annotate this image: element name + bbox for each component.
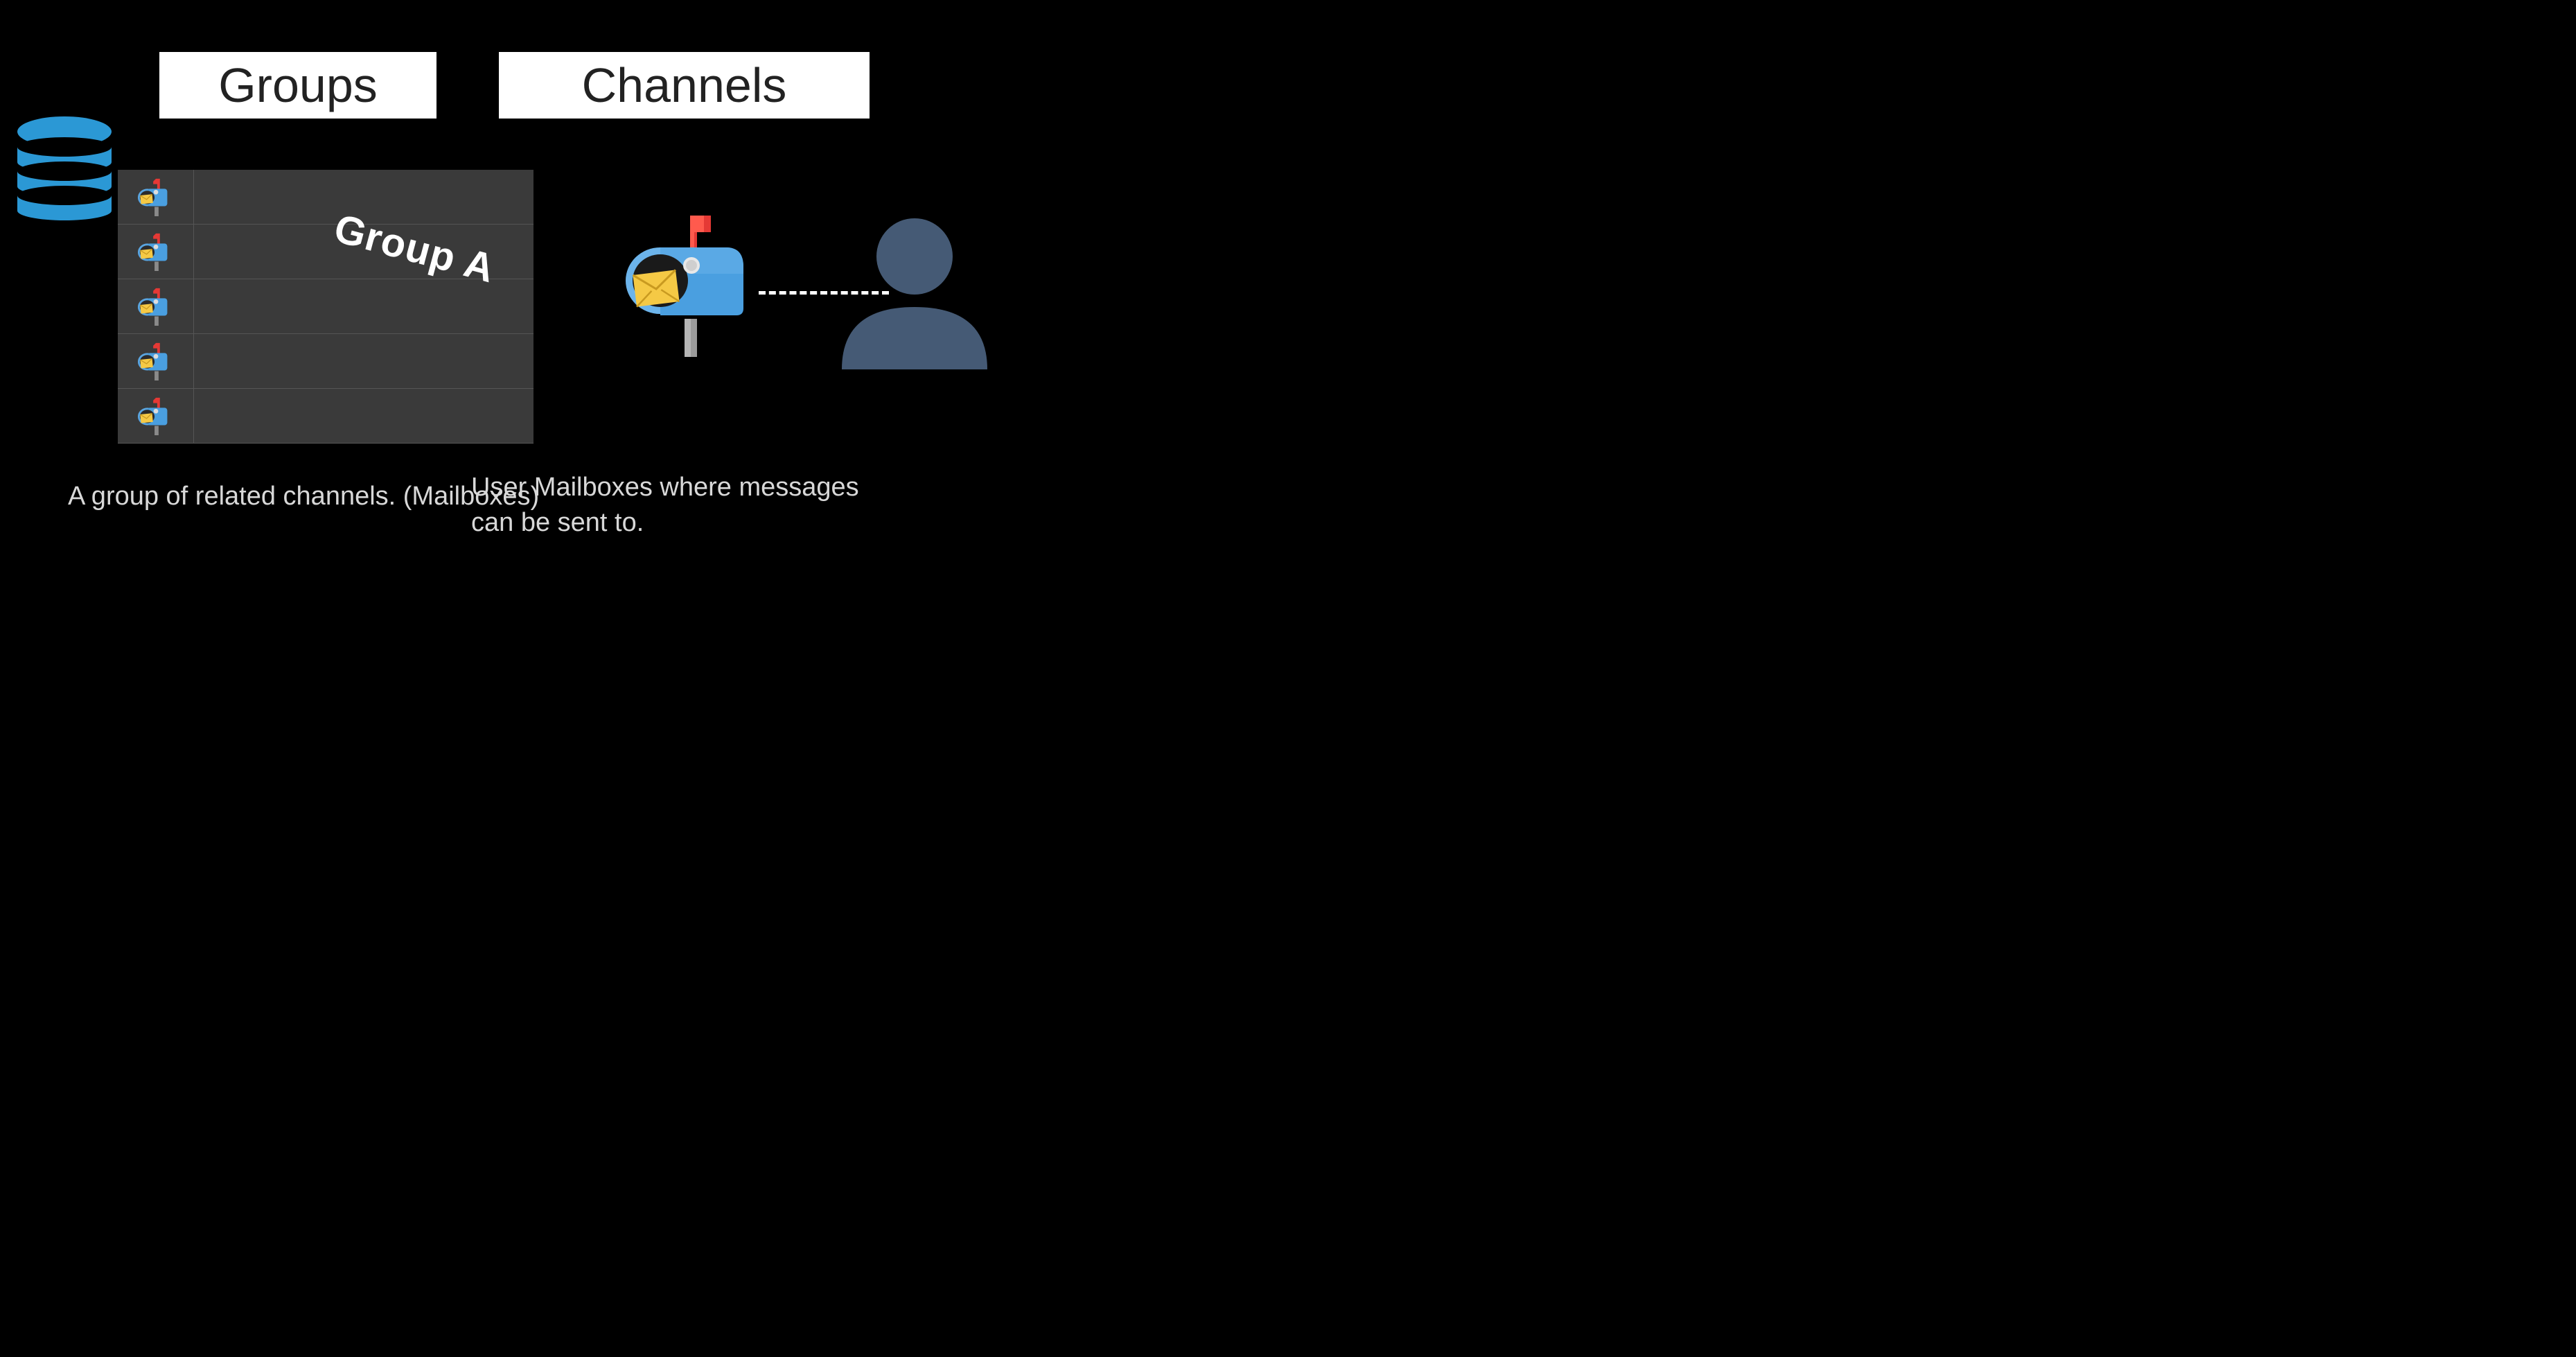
mailbox-icon xyxy=(118,334,194,388)
mailbox-icon xyxy=(118,170,194,224)
channels-description: User Mailboxes where messages can be sen… xyxy=(471,470,887,541)
database-icon xyxy=(12,114,116,232)
mailbox-icon xyxy=(622,211,754,357)
mailbox-icon xyxy=(118,225,194,279)
group-table: Group A xyxy=(118,170,533,444)
groups-title: Groups xyxy=(159,52,436,119)
table-row xyxy=(118,389,533,444)
table-row xyxy=(118,170,533,225)
mailbox-icon xyxy=(118,279,194,333)
table-row xyxy=(118,334,533,389)
groups-description: A group of related channels. (Mailboxes) xyxy=(68,482,539,511)
mailbox-icon xyxy=(118,389,194,443)
user-icon xyxy=(828,207,1001,369)
channels-title: Channels xyxy=(499,52,870,119)
